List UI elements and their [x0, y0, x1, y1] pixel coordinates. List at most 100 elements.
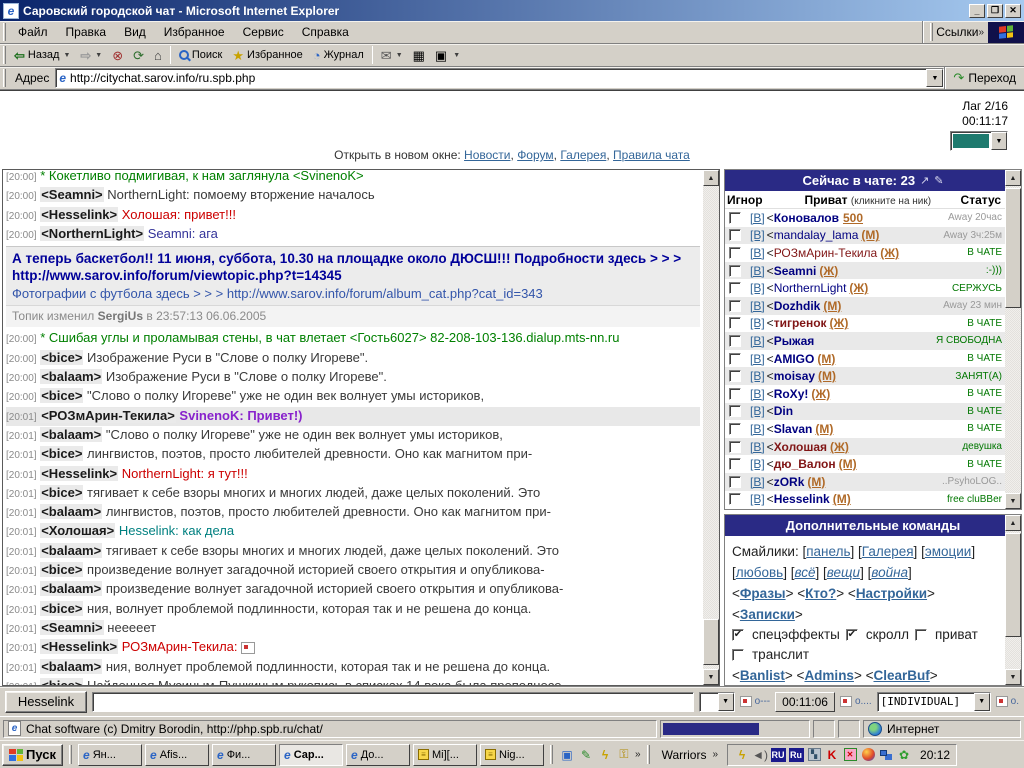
user-b-link[interactable]: [В] — [750, 422, 765, 436]
menu-item-Избранное[interactable]: Избранное — [155, 23, 234, 41]
user-gender-link[interactable]: (Ж) — [830, 440, 849, 454]
toolbar-overflow-chevron[interactable]: ▼ — [453, 52, 460, 59]
admin-link-Admins[interactable]: Admins — [804, 668, 854, 683]
user-b-link[interactable]: [В] — [750, 281, 765, 295]
message-input[interactable] — [92, 692, 694, 712]
individual-select[interactable]: [INDIVIDUAL]▼ — [877, 692, 991, 712]
user-gender-link[interactable]: (Ж) — [849, 281, 868, 295]
user-gender-link[interactable]: (М) — [817, 352, 835, 366]
message-nick[interactable]: <Seamni> — [40, 187, 103, 202]
message-nick[interactable]: <bice> — [40, 485, 83, 500]
message-nick[interactable]: <bice> — [40, 601, 83, 616]
user-gender-link[interactable]: (Ж) — [880, 246, 899, 260]
scrollbar-thumb[interactable] — [703, 619, 719, 665]
search-button[interactable]: Поиск — [174, 45, 227, 66]
message-nick[interactable]: <NorthernLight> — [40, 226, 144, 241]
user-ignore-checkbox[interactable] — [729, 458, 741, 470]
network-computers-icon[interactable] — [878, 747, 894, 763]
menu-item-Вид[interactable]: Вид — [115, 23, 155, 41]
lightning-icon[interactable]: ϟ — [597, 747, 613, 763]
user-ignore-checkbox[interactable] — [729, 229, 741, 241]
toolbar-grip[interactable] — [3, 46, 6, 64]
user-b-link[interactable]: [В] — [750, 264, 765, 278]
user-ignore-checkbox[interactable] — [729, 388, 741, 400]
user-b-link[interactable]: [В] — [750, 475, 765, 489]
user-gender-link[interactable]: (М) — [823, 299, 841, 313]
chevron-down-icon[interactable]: ▼ — [974, 693, 990, 711]
links-label[interactable]: Ссылки — [936, 25, 978, 39]
smiley-select[interactable]: ▼ — [699, 692, 735, 712]
chat-scrollbar[interactable]: ▲ ▼ — [703, 170, 719, 685]
user-nick[interactable]: mandalay_lama — [774, 228, 859, 242]
favorites-button[interactable]: ★Избранное — [227, 45, 307, 66]
topic-link-1[interactable]: http://www.sarov.info/forum/viewtopic.ph… — [12, 268, 342, 283]
message-nick[interactable]: <РОЗмАрин-Текила> — [40, 408, 176, 423]
message-nick[interactable]: <bice> — [40, 388, 83, 403]
user-nick[interactable]: РОЗмАрин-Текила — [774, 246, 878, 260]
disabled-network-icon[interactable]: ✕ — [842, 747, 858, 763]
taskbar-grip[interactable] — [69, 745, 72, 763]
menu-item-Правка[interactable]: Правка — [57, 23, 116, 41]
chevron-down-icon[interactable]: ▼ — [718, 693, 734, 711]
user-b-link[interactable]: [В] — [750, 457, 765, 471]
message-nick[interactable]: <balaam> — [40, 504, 102, 519]
start-button[interactable]: Пуск — [2, 744, 63, 766]
message-nick[interactable]: <Hesselink> — [40, 466, 118, 481]
broken-image-1[interactable]: o--- — [740, 696, 771, 707]
taskbar-window-button[interactable]: eAfis... — [145, 744, 209, 766]
home-button[interactable]: ⌂ — [149, 45, 167, 66]
smiley-link-война[interactable]: война — [871, 565, 908, 580]
user-gender-link[interactable]: (М) — [815, 422, 833, 436]
scroll-down-icon[interactable]: ▼ — [1005, 493, 1021, 509]
userlist-scrollbar[interactable]: ▲ ▼ — [1005, 170, 1021, 509]
keys-icon[interactable]: ⚿ — [616, 747, 632, 763]
warriors-toolbar[interactable]: Warriors » — [656, 748, 724, 762]
message-nick[interactable]: <balaam> — [40, 581, 102, 596]
smiley-link-любовь[interactable]: любовь — [736, 565, 783, 580]
scroll-down-icon[interactable]: ▼ — [703, 669, 719, 685]
print-button[interactable]: ▦ — [408, 45, 430, 66]
chevron-right-icon[interactable]: » — [712, 749, 718, 760]
user-b-link[interactable]: [В] — [750, 387, 765, 401]
message-nick[interactable]: <balaam> — [40, 427, 102, 442]
editor-icon[interactable]: ✎ — [578, 747, 594, 763]
scroll-up-icon[interactable]: ▲ — [1005, 515, 1021, 531]
user-gender-link[interactable]: (Ж) — [811, 387, 830, 401]
nav-link-4[interactable]: Правила чата — [613, 148, 690, 162]
taskbar-window-button[interactable]: eФи... — [212, 744, 276, 766]
checkbox-транслит[interactable] — [732, 649, 744, 661]
user-b-link[interactable]: [В] — [750, 246, 765, 260]
smiley-link-панель[interactable]: панель — [806, 544, 850, 559]
stop-button[interactable]: ⊗ — [107, 45, 128, 66]
toolbar-grip[interactable] — [3, 69, 6, 87]
checkbox-скролл[interactable]: ✔ — [846, 629, 858, 641]
menu-item-Справка[interactable]: Справка — [293, 23, 358, 41]
edit-icon[interactable]: ✎ — [934, 174, 943, 187]
chevron-down-icon[interactable]: ▼ — [396, 52, 403, 59]
message-nick[interactable]: <Seamni> — [40, 620, 103, 635]
user-ignore-checkbox[interactable] — [729, 265, 741, 277]
user-ignore-checkbox[interactable] — [729, 317, 741, 329]
topic-link-2[interactable]: http://www.sarov.info/forum/album_cat.ph… — [227, 286, 543, 301]
smiley-link-вещи[interactable]: вещи — [827, 565, 860, 580]
user-nick[interactable]: AMIGO — [774, 352, 815, 366]
user-ignore-checkbox[interactable] — [729, 335, 741, 347]
kaspersky-icon[interactable]: K — [824, 747, 840, 763]
taskbar-grip[interactable] — [550, 745, 553, 763]
chevron-down-icon[interactable]: ▼ — [63, 52, 70, 59]
user-ignore-checkbox[interactable] — [729, 493, 741, 505]
nav-link-3[interactable]: Галерея — [560, 148, 606, 162]
address-dropdown-button[interactable]: ▼ — [926, 69, 943, 87]
go-zone[interactable]: ↷ Переход — [944, 67, 1024, 89]
back-button[interactable]: ⇦Назад▼ — [9, 45, 75, 66]
forward-button[interactable]: ⇨▼ — [75, 45, 107, 66]
user-b-link[interactable]: [В] — [750, 228, 765, 242]
user-nick[interactable]: zORk — [774, 475, 805, 489]
keyboard-layout-ru2-icon[interactable]: Ru — [788, 747, 804, 763]
user-gender-link[interactable]: (М) — [818, 369, 836, 383]
admin-link-Banlist[interactable]: Banlist — [740, 668, 785, 683]
nick-button[interactable]: Hesselink — [5, 691, 87, 713]
user-nick[interactable]: Din — [774, 404, 793, 418]
user-b-link[interactable]: [В] — [750, 369, 765, 383]
message-nick[interactable]: <bice> — [40, 562, 83, 577]
